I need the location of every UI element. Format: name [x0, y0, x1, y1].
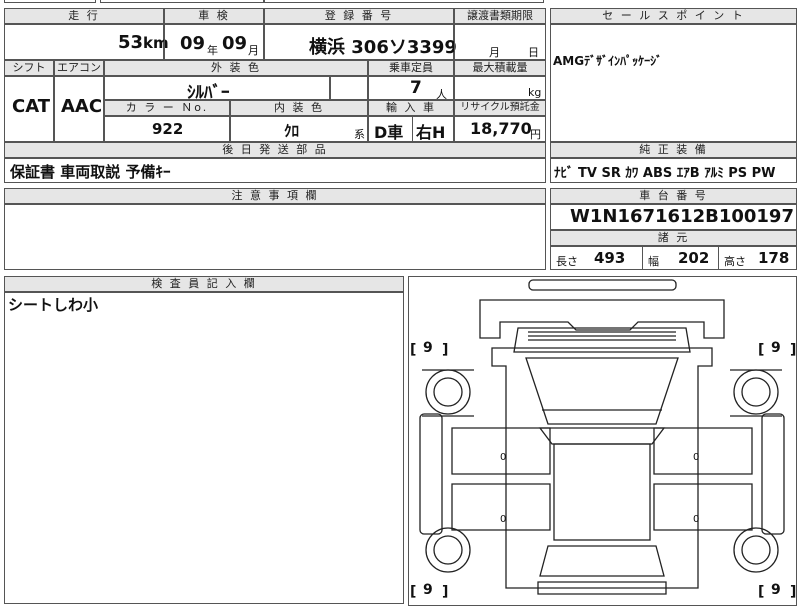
tire-tread-rl: 9 — [423, 582, 433, 598]
transfer-deadline-header: 譲渡書類期限 — [454, 8, 546, 24]
door-fl — [451, 427, 551, 475]
tire-bracket-rl: [ — [410, 584, 416, 600]
tire-bracket-fl-end: ] — [442, 342, 448, 358]
tire-tread-fr: 9 — [771, 340, 781, 356]
rear-window-lines — [528, 331, 676, 341]
width-label: 幅 — [648, 255, 659, 268]
exterior-color-extra — [330, 76, 368, 100]
windshield-shape — [538, 427, 666, 445]
aircon-value: AAC — [61, 96, 103, 117]
recycle-fee: 18,770 — [470, 119, 532, 138]
shaken-month-unit: 月 — [248, 44, 259, 57]
length-value: 493 — [594, 249, 626, 267]
shaken-year: 09 — [180, 33, 206, 54]
wheel-fr-outer — [733, 369, 779, 415]
import-divider — [412, 116, 413, 142]
inspector-cell — [4, 292, 404, 604]
tire-bracket-rl-end: ] — [442, 584, 448, 600]
notes-header: 注 意 事 項 欄 — [4, 188, 546, 204]
top-strip-right — [264, 0, 544, 3]
tire-tread-rr: 9 — [771, 582, 781, 598]
tire-tread-fl: 9 — [423, 340, 433, 356]
front-windshield-shape — [539, 545, 665, 577]
wheel-rl-inner — [433, 535, 463, 565]
right-side-strip — [761, 413, 785, 535]
shaken-year-unit: 年 — [207, 44, 218, 57]
height-label: 高さ — [724, 255, 746, 268]
wheel-fl-outer — [425, 369, 471, 415]
aircon-header: エアコン — [54, 60, 104, 76]
color-no-header: カ ラ ー Ｎo. — [104, 100, 230, 116]
arch-lines-left — [422, 369, 474, 417]
recycle-unit: 円 — [530, 128, 541, 141]
dimensions-header: 諸 元 — [550, 230, 797, 246]
registration-header: 登 録 番 号 — [264, 8, 454, 24]
tire-bracket-rr-end: ] — [790, 584, 796, 600]
wheel-rr-outer — [733, 527, 779, 573]
sales-point-cell — [550, 24, 797, 142]
wheel-fr-inner — [741, 377, 771, 407]
recycle-header: リサイクル預託金 — [454, 100, 546, 116]
wheel-rl-outer — [425, 527, 471, 573]
body-outline — [491, 347, 713, 589]
wheel-rr-inner — [741, 535, 771, 565]
door-mark-rl: 0 — [500, 514, 507, 525]
top-strip-left — [4, 0, 96, 3]
cabin-center — [553, 443, 651, 541]
import-header: 輸 入 車 — [368, 100, 454, 116]
capacity-header: 乗車定員 — [368, 60, 454, 76]
interior-color-suffix: 系 — [354, 128, 365, 141]
top-strip-mid — [100, 0, 264, 3]
capacity-value: 7 — [410, 78, 422, 98]
roof-shape — [525, 357, 679, 425]
length-label: 長さ — [556, 255, 578, 268]
shift-header: シフト — [4, 60, 54, 76]
shaken-header: 車 検 — [164, 8, 264, 24]
transfer-month-unit: 月 — [489, 46, 500, 59]
inspector-text: シートしわ小 — [8, 296, 99, 314]
inspector-header: 検 査 員 記 入 欄 — [4, 276, 404, 292]
transfer-day-unit: 日 — [528, 46, 539, 59]
tire-bracket-fr-end: ] — [790, 342, 796, 358]
sales-point-text: AMGﾃﾞｻﾞｲﾝﾊﾟｯｹｰｼﾞ — [553, 54, 663, 68]
tire-bracket-fr: [ — [758, 342, 764, 358]
steering-side: 右H — [416, 123, 446, 142]
wheel-fl-inner — [433, 377, 463, 407]
equipment-header: 純 正 装 備 — [550, 142, 797, 158]
shift-value: CAT — [12, 96, 51, 117]
rear-bumper-shape — [528, 279, 677, 291]
tire-bracket-rr: [ — [758, 584, 764, 600]
car-diagram: [ ] [ ] [ ] [ ] — [410, 279, 796, 600]
sales-point-header: セ ー ル ス ポ イ ン ト — [550, 8, 797, 24]
later-parts-header: 後 日 発 送 部 品 — [4, 142, 546, 158]
interior-color-header: 内 装 色 — [230, 100, 368, 116]
dim-divider-1 — [642, 246, 643, 270]
height-value: 178 — [758, 249, 790, 267]
max-load-unit: kg — [528, 86, 542, 99]
left-side-strip — [419, 413, 443, 535]
chassis-header: 車 台 番 号 — [550, 188, 797, 204]
door-mark-rr: 0 — [693, 514, 700, 525]
width-value: 202 — [678, 249, 710, 267]
door-fr — [653, 427, 753, 475]
door-mark-fl: 0 — [500, 452, 507, 463]
interior-color-value: ｸﾛ — [284, 122, 300, 140]
mileage-header: 走 行 — [4, 8, 164, 24]
door-mark-fr: 0 — [693, 452, 700, 463]
chassis-number: W1N1671612B100197 — [570, 206, 794, 227]
shaken-month: 09 — [222, 33, 248, 54]
dim-divider-2 — [718, 246, 719, 270]
later-parts-items: 保証書 車両取説 予備ｷｰ — [10, 163, 171, 181]
color-no-value: 922 — [152, 120, 184, 138]
exterior-color-header: 外 装 色 — [104, 60, 368, 76]
registration-number: 横浜 306ソ3399 — [309, 37, 457, 58]
max-load-header: 最大積載量 — [454, 60, 546, 76]
door-rr — [653, 483, 753, 531]
import-type: D車 — [374, 123, 404, 142]
equipment-items: ﾅﾋﾞ TV SR ｶﾜ ABS ｴｱB ｱﾙﾐ PS PW — [554, 166, 776, 181]
notes-cell — [4, 204, 546, 270]
arch-lines-right — [730, 369, 782, 417]
mileage-value: 53 — [118, 32, 144, 53]
tire-bracket-fl: [ — [410, 342, 416, 358]
